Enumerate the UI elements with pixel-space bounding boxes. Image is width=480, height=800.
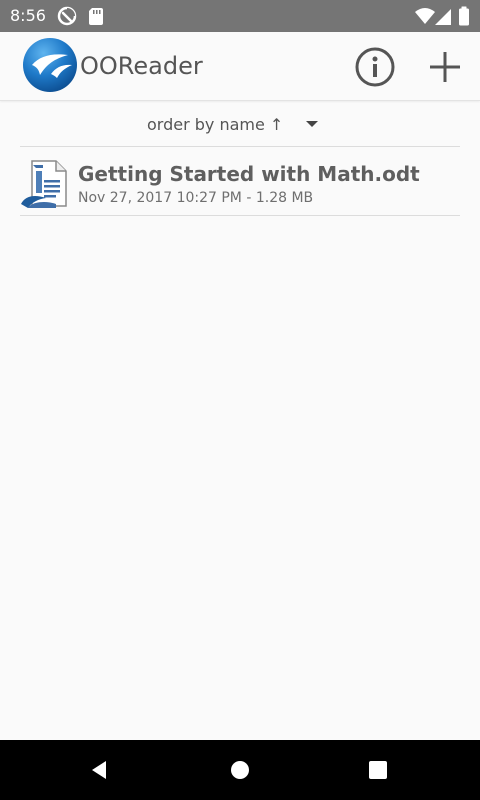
cell-signal-icon: [435, 9, 451, 25]
odt-document-icon: [21, 160, 67, 208]
add-icon: [430, 52, 460, 82]
wifi-icon: [415, 8, 435, 24]
recents-icon: [369, 761, 387, 779]
back-icon: [92, 761, 106, 779]
battery-icon: [459, 6, 469, 26]
add-button[interactable]: [422, 44, 468, 90]
caret-down-icon: [306, 121, 318, 127]
android-screen: 8:56 OOReader order by name ↑ Getting St…: [0, 0, 480, 800]
status-time: 8:56: [10, 6, 46, 25]
home-icon: [231, 761, 249, 779]
file-list-item[interactable]: Getting Started with Math.odt Nov 27, 20…: [20, 147, 460, 216]
file-name: Getting Started with Math.odt: [78, 162, 420, 186]
recents-button[interactable]: [366, 758, 390, 782]
app-title: OOReader: [80, 52, 203, 80]
info-button[interactable]: [352, 44, 398, 90]
sort-label: order by name ↑: [147, 115, 284, 134]
file-details: Nov 27, 2017 10:27 PM - 1.28 MB: [78, 190, 314, 206]
app-bar: OOReader: [0, 32, 480, 101]
sd-card-icon: [89, 8, 103, 25]
back-button[interactable]: [88, 758, 112, 782]
navigation-bar: [0, 740, 480, 800]
sync-icon: [57, 6, 77, 26]
ooreader-logo-icon: [23, 38, 77, 92]
home-button[interactable]: [228, 758, 252, 782]
sort-dropdown[interactable]: order by name ↑: [20, 101, 460, 147]
info-icon: [355, 47, 395, 87]
status-bar: 8:56: [0, 0, 480, 32]
